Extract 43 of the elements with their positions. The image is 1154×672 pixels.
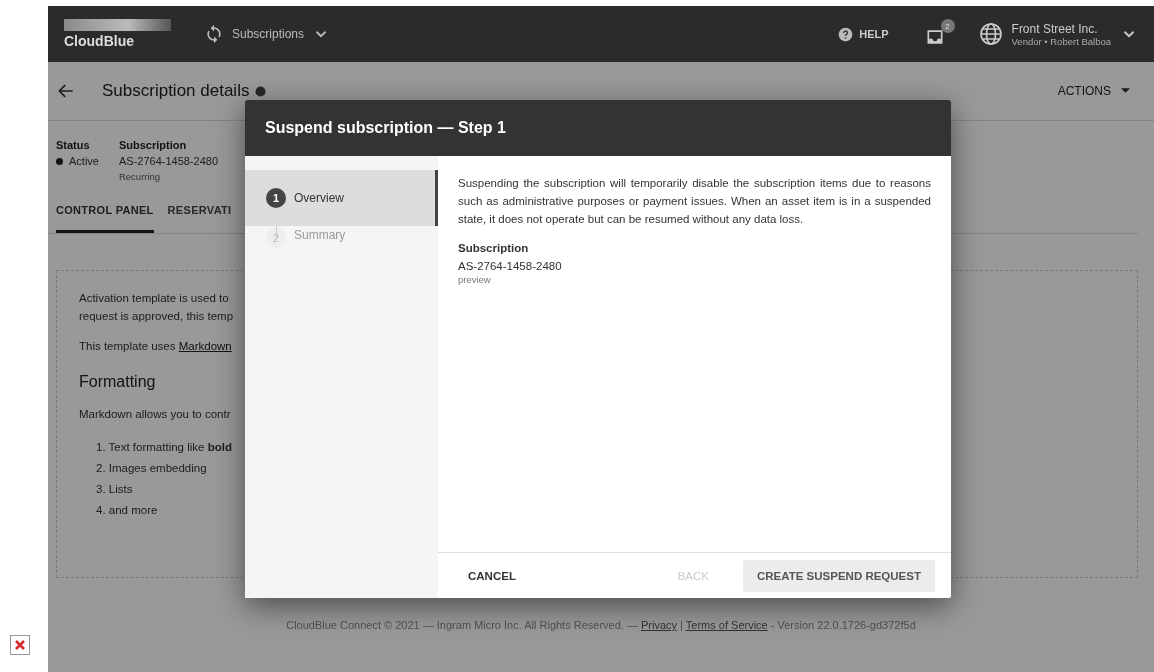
status-dot-icon (56, 157, 63, 165)
paragraph-text: Markdown allows you to contr (79, 407, 232, 422)
intro-text: Activation template is used to (79, 291, 230, 306)
list-item: 1. Text formatting like bold (96, 440, 233, 455)
module-selector[interactable]: Subscriptions (204, 24, 331, 44)
broken-image-icon (10, 635, 30, 655)
intro-text: request is approved, this temp (79, 309, 235, 324)
list-item: 3. Lists (96, 482, 134, 497)
billing-type: Recurring (118, 171, 162, 182)
preview-label: preview (458, 274, 492, 285)
tab[interactable]: RESERVATI (167, 204, 232, 233)
markdown-link[interactable]: Markdown (178, 340, 232, 352)
status-value: Active (69, 155, 99, 167)
notification-badge: 2 (940, 19, 955, 33)
step-number: 1 (266, 188, 286, 208)
footer-text: CloudBlue Connect © 2021 — Ingram Micro Inc. All Rights Reserved. — Privacy | Terms of Service - Version 22.0.1726-gd372f5d (286, 619, 916, 631)
field-label: Subscription (118, 139, 188, 151)
description-text: Suspending the subscription will temporarily disable the subscription items due to reasons such as administrative purposes or payment issues. When an asset item is in a suspended state, it does not operate but can be resumed without any data loss. (458, 176, 931, 227)
sync-icon (204, 24, 224, 44)
section-heading: Formatting (79, 373, 157, 391)
field-label: Status (56, 139, 91, 151)
subscription-id: AS-2764-1458-2480 (118, 155, 219, 167)
tab[interactable]: CONTROL PANEL (56, 204, 154, 233)
modal-title: Suspend subscription — Step 1 (265, 119, 506, 137)
caret-icon (1121, 88, 1130, 94)
terms-link[interactable]: Terms of Service (685, 619, 768, 631)
text-button[interactable]: CANCEL (458, 559, 526, 592)
page-title: Subscription details (102, 81, 250, 101)
account-name: Front Street Inc. (1011, 21, 1098, 36)
help-button[interactable]: HELP (838, 26, 889, 42)
globe-icon (978, 22, 1003, 46)
subscription-id: AS-2764-1458-2480 (458, 260, 563, 272)
account-menu[interactable]: Front Street Inc. Vendor • Robert Balboa (978, 21, 1138, 47)
account-role: Vendor • Robert Balboa (1011, 35, 1111, 47)
field-label: Subscription (458, 242, 530, 254)
notifications-button[interactable]: 2 (924, 19, 955, 49)
step-item[interactable]: 1 Overview (245, 170, 438, 226)
logo-text: CloudBlue (64, 33, 135, 49)
submit-button[interactable]: CREATE SUSPEND REQUEST (743, 559, 935, 592)
privacy-link[interactable]: Privacy (641, 619, 678, 631)
actions-button[interactable]: ACTIONS (1057, 84, 1130, 98)
list-item: 4. and more (96, 503, 159, 518)
list-item: 2. Images embedding (96, 461, 208, 476)
